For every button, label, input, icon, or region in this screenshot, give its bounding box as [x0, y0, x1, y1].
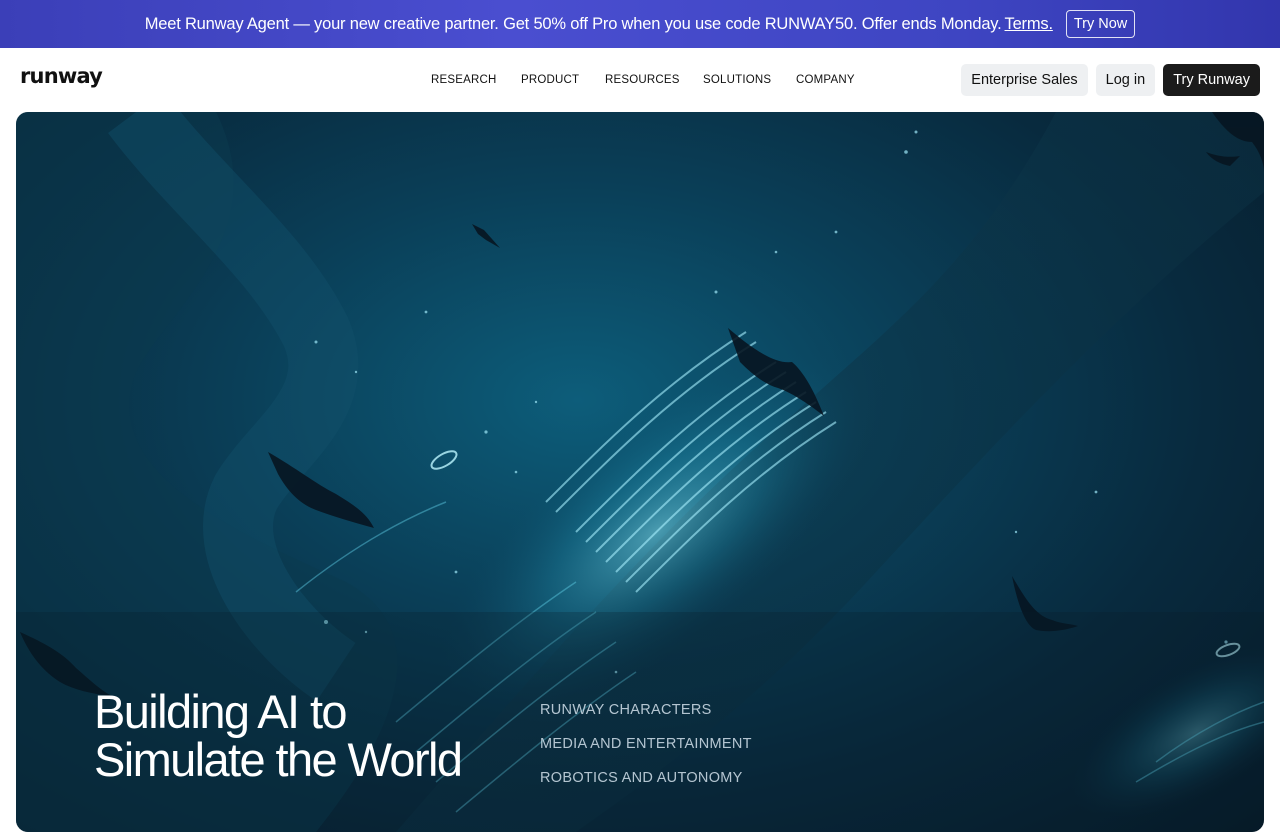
- main-nav: RESEARCH PRODUCT RESOURCES SOLUTIONS COM…: [431, 74, 855, 86]
- nav-research[interactable]: RESEARCH: [431, 74, 521, 86]
- hero-section: Building AI to Simulate the World RUNWAY…: [16, 112, 1264, 832]
- hero-title-line-1: Building AI to: [94, 685, 348, 738]
- try-runway-button[interactable]: Try Runway: [1163, 64, 1260, 96]
- enterprise-sales-button[interactable]: Enterprise Sales: [961, 64, 1088, 96]
- nav-company[interactable]: COMPANY: [796, 74, 855, 86]
- nav-solutions[interactable]: SOLUTIONS: [703, 74, 796, 86]
- hero-link-robotics-autonomy[interactable]: ROBOTICS AND AUTONOMY: [540, 770, 752, 786]
- runway-logo[interactable]: runway: [20, 64, 103, 88]
- hero-links: RUNWAY CHARACTERS MEDIA AND ENTERTAINMEN…: [540, 702, 752, 786]
- promo-banner: Meet Runway Agent — your new creative pa…: [0, 0, 1280, 48]
- hero-link-runway-characters[interactable]: RUNWAY CHARACTERS: [540, 702, 752, 718]
- promo-text: Meet Runway Agent — your new creative pa…: [145, 15, 1053, 34]
- site-header: runway RESEARCH PRODUCT RESOURCES SOLUTI…: [0, 48, 1280, 112]
- nav-product[interactable]: PRODUCT: [521, 74, 605, 86]
- login-button[interactable]: Log in: [1095, 64, 1156, 96]
- nav-resources[interactable]: RESOURCES: [605, 74, 703, 86]
- promo-terms-link[interactable]: Terms.: [1005, 15, 1054, 33]
- promo-message: Meet Runway Agent — your new creative pa…: [144, 14, 1002, 33]
- hero-link-media-entertainment[interactable]: MEDIA AND ENTERTAINMENT: [540, 736, 752, 752]
- hero-title: Building AI to Simulate the World: [94, 688, 514, 784]
- hero-title-line-2: Simulate the World: [94, 733, 463, 786]
- try-now-button[interactable]: Try Now: [1065, 10, 1136, 38]
- header-actions: Enterprise Sales Log in Try Runway: [961, 64, 1260, 96]
